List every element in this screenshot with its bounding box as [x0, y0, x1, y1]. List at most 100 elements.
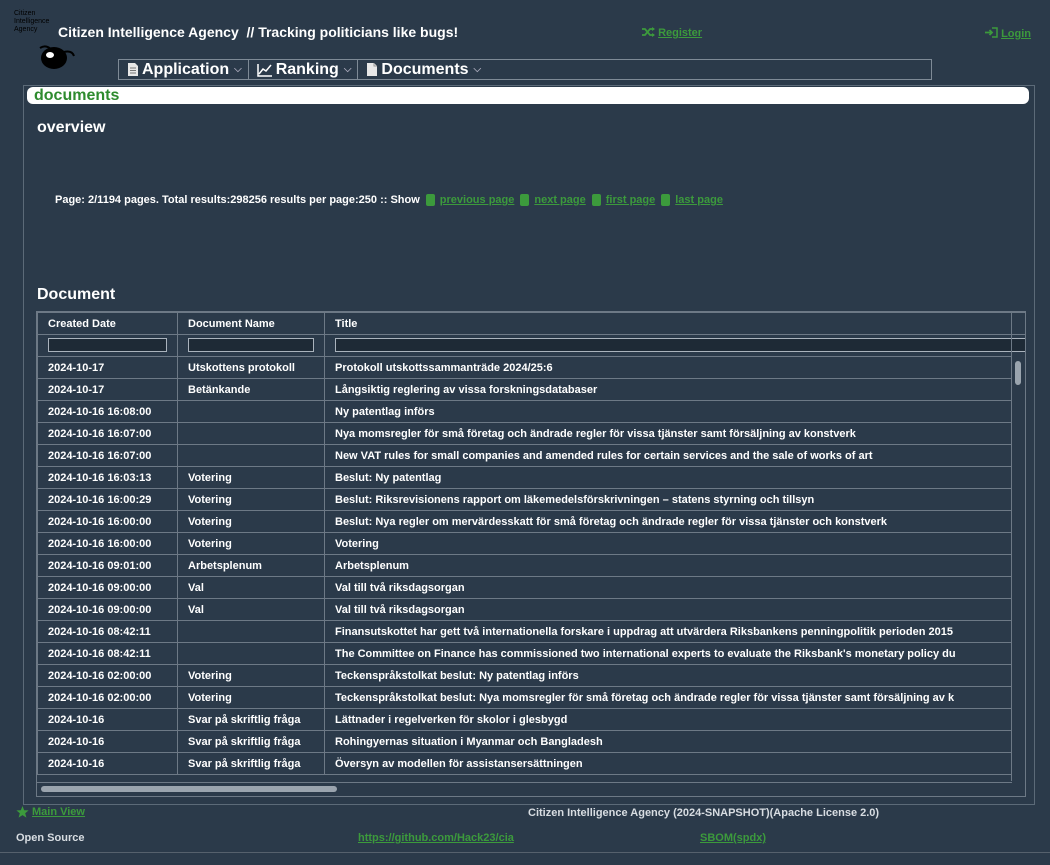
title-cell: Beslut: Ny patentlag	[324, 466, 1025, 489]
next-page-link[interactable]: next page	[520, 194, 586, 206]
menu-ranking[interactable]: Ranking ⌵	[249, 60, 359, 79]
document-name-filter-input[interactable]	[188, 338, 314, 353]
created-date-cell: 2024-10-16 08:42:11	[37, 620, 178, 643]
created-date-cell: 2024-10-16 16:00:29	[37, 488, 178, 511]
main-view-label[interactable]: Main View	[32, 806, 85, 818]
scrollbar-corner	[1011, 312, 1025, 356]
cia-logo: Citizen Intelligence Agency	[14, 10, 76, 72]
document-name-cell: Svar på skriftlig fråga	[177, 752, 325, 775]
chevron-down-icon: ⌵	[473, 64, 482, 75]
table-row[interactable]: 2024-10-16 09:00:00 Val Val till två riksd…	[37, 598, 1025, 621]
created-date-cell: 2024-10-16 09:00:00	[37, 576, 178, 599]
vertical-scrollbar[interactable]	[1011, 356, 1025, 781]
horizontal-scroll-thumb[interactable]	[41, 786, 337, 792]
sbom-link[interactable]: SBOM(spdx)	[700, 832, 766, 844]
register-link[interactable]: Register	[642, 27, 702, 39]
document-name-cell	[177, 444, 325, 467]
sign-in-icon	[985, 27, 998, 38]
vertical-scroll-thumb[interactable]	[1015, 361, 1021, 385]
table-row[interactable]: 2024-10-16 Svar på skriftlig fråga Rohingy…	[37, 730, 1025, 753]
created-date-cell: 2024-10-16	[37, 752, 178, 775]
next-page-label[interactable]: next page	[534, 194, 585, 206]
last-page-label[interactable]: last page	[675, 194, 723, 206]
table-row[interactable]: 2024-10-16 09:01:00 Arbetsplenum Arbetsple…	[37, 554, 1025, 577]
login-link[interactable]: Login	[985, 27, 1031, 40]
document-table: Created Date Document Name Title 2024-10…	[37, 312, 1025, 775]
first-page-link[interactable]: first page	[591, 194, 656, 206]
table-row[interactable]: 2024-10-16 16:08:00 Ny patentlag införs	[37, 400, 1025, 423]
document-name-cell: Val	[177, 576, 325, 599]
menu-application-label: Application	[142, 60, 230, 78]
login-label[interactable]: Login	[1001, 28, 1031, 40]
footer-divider	[0, 852, 1050, 853]
table-row[interactable]: 2024-10-16 Svar på skriftlig fråga Översyn…	[37, 752, 1025, 775]
created-date-cell: 2024-10-17	[37, 378, 178, 401]
table-row[interactable]: 2024-10-16 16:07:00 New VAT rules for sma…	[37, 444, 1025, 467]
table-row[interactable]: 2024-10-16 Svar på skriftlig fråga Lättnad…	[37, 708, 1025, 731]
document-name-cell	[177, 422, 325, 445]
table-row[interactable]: 2024-10-17 Utskottens protokoll Protokoll …	[37, 356, 1025, 379]
document-name-cell	[177, 400, 325, 423]
table-row[interactable]: 2024-10-16 08:42:11 The Committee on Fina…	[37, 642, 1025, 665]
shuffle-icon	[642, 27, 655, 37]
created-date-cell: 2024-10-16 09:01:00	[37, 554, 178, 577]
table-row[interactable]: 2024-10-16 16:00:29 Votering Beslut: Riksr…	[37, 488, 1025, 511]
register-label[interactable]: Register	[658, 27, 702, 39]
github-label[interactable]: https://github.com/Hack23/cia	[358, 832, 514, 844]
bug-icon	[39, 45, 75, 69]
table-row[interactable]: 2024-10-16 08:42:11 Finansutskottet har g…	[37, 620, 1025, 643]
documents-panel: documents overview Page: 2/1194 pages. T…	[23, 85, 1035, 805]
table-row[interactable]: 2024-10-16 16:00:00 Votering Beslut: Nya r…	[37, 510, 1025, 533]
created-date-cell: 2024-10-16	[37, 708, 178, 731]
created-date-cell: 2024-10-16	[37, 730, 178, 753]
pager: Page: 2/1194 pages. Total results:298256…	[55, 194, 723, 206]
column-header-created-date[interactable]: Created Date	[37, 312, 178, 335]
table-row[interactable]: 2024-10-16 16:03:13 Votering Beslut: Ny pa…	[37, 466, 1025, 489]
document-name-cell: Votering	[177, 664, 325, 687]
app-name: Citizen Intelligence Agency	[58, 24, 239, 40]
document-icon	[128, 63, 138, 76]
filter-cell	[177, 334, 325, 357]
menu-documents[interactable]: Documents ⌵	[358, 60, 487, 79]
title-cell: Beslut: Nya regler om mervärdesskatt för…	[324, 510, 1025, 533]
github-link[interactable]: https://github.com/Hack23/cia	[358, 832, 514, 844]
horizontal-scrollbar[interactable]	[37, 782, 1012, 796]
table-row[interactable]: 2024-10-16 02:00:00 Votering Teckenspråkst…	[37, 664, 1025, 687]
created-date-filter-input[interactable]	[48, 338, 167, 353]
document-name-cell	[177, 642, 325, 665]
main-view-link[interactable]: Main View	[16, 806, 85, 818]
created-date-cell: 2024-10-16 16:07:00	[37, 444, 178, 467]
document-name-cell: Votering	[177, 466, 325, 489]
title-cell: Beslut: Riksrevisionens rapport om läkem…	[324, 488, 1025, 511]
sbom-label[interactable]: SBOM(spdx)	[700, 832, 766, 844]
table-row[interactable]: 2024-10-16 16:00:00 Votering Votering	[37, 532, 1025, 555]
last-page-link[interactable]: last page	[661, 194, 723, 206]
chevron-down-icon: ⌵	[234, 64, 242, 75]
title-cell: Arbetsplenum	[324, 554, 1025, 577]
document-name-cell: Votering	[177, 532, 325, 555]
chart-line-icon	[256, 63, 272, 77]
menu-application[interactable]: Application ⌵	[119, 60, 249, 79]
first-page-label[interactable]: first page	[606, 194, 656, 206]
title-cell: The Committee on Finance has commissione…	[324, 642, 1025, 665]
main-menu-bar: Application ⌵ Ranking ⌵ Documents ⌵	[118, 59, 932, 80]
created-date-cell: 2024-10-16 09:00:00	[37, 598, 178, 621]
table-row[interactable]: 2024-10-17 Betänkande Långsiktig reglering…	[37, 378, 1025, 401]
table-row[interactable]: 2024-10-16 16:07:00 Nya momsregler för sm…	[37, 422, 1025, 445]
previous-page-label[interactable]: previous page	[440, 194, 515, 206]
file-icon	[661, 194, 671, 206]
table-row[interactable]: 2024-10-16 09:00:00 Val Val till två riksd…	[37, 576, 1025, 599]
title-cell: Votering	[324, 532, 1025, 555]
document-name-cell: Val	[177, 598, 325, 621]
column-header-title[interactable]: Title	[324, 312, 1025, 335]
title-cell: Protokoll utskottssammanträde 2024/25:6	[324, 356, 1025, 379]
document-name-cell	[177, 620, 325, 643]
menu-ranking-label: Ranking	[275, 60, 339, 78]
title-cell: Val till två riksdagsorgan	[324, 598, 1025, 621]
title-filter-input[interactable]	[335, 338, 1025, 353]
previous-page-link[interactable]: previous page	[425, 194, 515, 206]
table-row[interactable]: 2024-10-16 02:00:00 Votering Teckenspråkst…	[37, 686, 1025, 709]
created-date-cell: 2024-10-16 02:00:00	[37, 686, 178, 709]
filter-cell	[324, 334, 1025, 357]
column-header-document-name[interactable]: Document Name	[177, 312, 325, 335]
